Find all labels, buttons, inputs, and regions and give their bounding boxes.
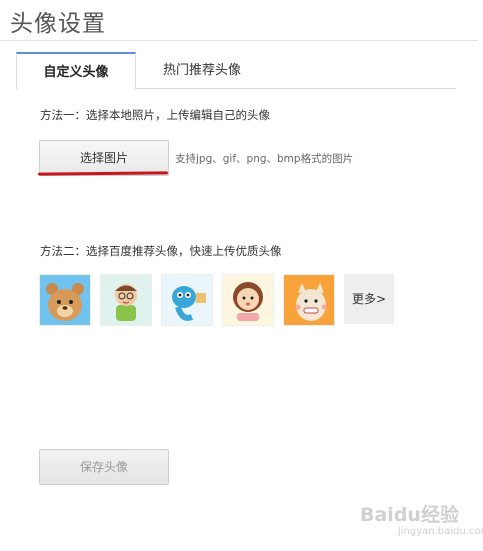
tab-bar: 自定义头像 热门推荐头像	[16, 52, 456, 90]
page-title: 头像设置	[10, 11, 106, 37]
girl-avatar-icon[interactable]	[222, 274, 274, 326]
bear-avatar-icon[interactable]	[39, 274, 91, 326]
format-hint: 支持jpg、gif、png、bmp格式的图片	[175, 153, 354, 165]
tab-custom-avatar[interactable]: 自定义头像	[16, 52, 136, 90]
watermark-url: jingyan.baidu.com	[398, 526, 483, 537]
method-one-text: 方法一：选择本地照片，上传编辑自己的头像	[40, 108, 270, 122]
title-divider	[0, 40, 478, 41]
tab-recommended-avatar[interactable]: 热门推荐头像	[142, 52, 262, 88]
more-avatars-button[interactable]: 更多>	[344, 274, 394, 324]
dolphin-avatar-icon[interactable]	[161, 274, 213, 326]
cat-avatar-icon[interactable]	[283, 274, 335, 326]
boy-glasses-avatar-icon[interactable]	[100, 274, 152, 326]
method-two-text: 方法二：选择百度推荐头像，快速上传优质头像	[40, 244, 282, 258]
watermark-brand: Baidu经验	[360, 504, 459, 526]
save-avatar-button[interactable]: 保存头像	[39, 449, 169, 485]
